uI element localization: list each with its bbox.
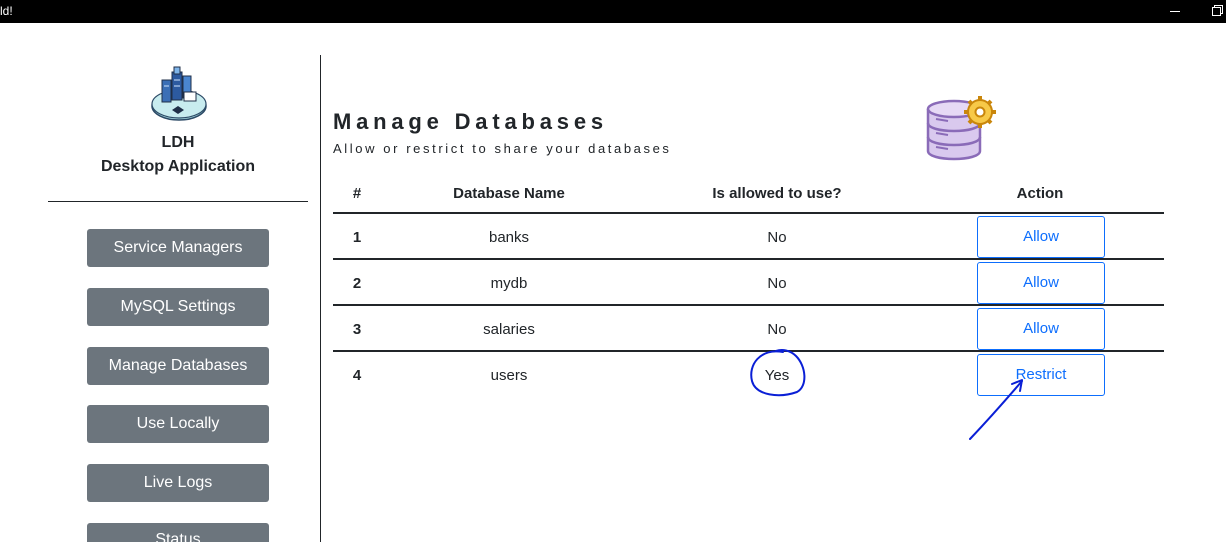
table-header-action: Action bbox=[1016, 185, 1064, 202]
app-name-line2: Desktop Application bbox=[100, 158, 256, 175]
app-name-line1: LDH bbox=[161, 134, 195, 151]
row-allowed-status: Yes bbox=[764, 367, 790, 384]
sidebar-item-mysql-settings[interactable]: MySQL Settings bbox=[87, 288, 269, 326]
sidebar-item-status[interactable]: Status bbox=[87, 523, 269, 542]
window-titlebar: ld! bbox=[0, 0, 1226, 23]
window-title: ld! bbox=[0, 4, 13, 18]
database-gear-icon bbox=[926, 96, 996, 161]
row-number: 2 bbox=[352, 275, 362, 292]
row-allowed-status: No bbox=[767, 321, 787, 338]
row-divider bbox=[333, 304, 1164, 306]
sidebar-item-service-managers[interactable]: Service Managers bbox=[87, 229, 269, 267]
app-logo-icon bbox=[151, 66, 207, 121]
restrict-button[interactable]: Restrict bbox=[977, 354, 1105, 396]
row-divider bbox=[333, 258, 1164, 260]
table-header-is-allowed: Is allowed to use? bbox=[712, 185, 842, 202]
row-database-name: mydb bbox=[490, 275, 528, 292]
sidebar-item-live-logs[interactable]: Live Logs bbox=[87, 464, 269, 502]
minimize-icon[interactable] bbox=[1168, 3, 1182, 17]
row-divider bbox=[333, 350, 1164, 352]
allow-button[interactable]: Allow bbox=[977, 308, 1105, 350]
row-number: 3 bbox=[352, 321, 362, 338]
row-allowed-status: No bbox=[767, 275, 787, 292]
sidebar-divider bbox=[48, 201, 308, 202]
allow-button[interactable]: Allow bbox=[977, 216, 1105, 258]
allow-button[interactable]: Allow bbox=[977, 262, 1105, 304]
page-title: Manage Databases bbox=[333, 109, 608, 134]
row-database-name: users bbox=[490, 367, 528, 384]
maximize-icon[interactable] bbox=[1210, 3, 1224, 17]
table-header-database-name: Database Name bbox=[453, 185, 565, 202]
row-database-name: banks bbox=[488, 229, 530, 246]
sidebar-item-use-locally[interactable]: Use Locally bbox=[87, 405, 269, 443]
sidebar-item-manage-databases[interactable]: Manage Databases bbox=[87, 347, 269, 385]
table-header-number: # bbox=[352, 185, 362, 202]
row-allowed-status: No bbox=[767, 229, 787, 246]
table-header-divider bbox=[333, 212, 1164, 214]
row-number: 1 bbox=[352, 229, 362, 246]
row-database-name: salaries bbox=[483, 321, 535, 338]
row-number: 4 bbox=[352, 367, 362, 384]
vertical-divider bbox=[320, 55, 321, 542]
page-subtitle: Allow or restrict to share your database… bbox=[333, 141, 672, 156]
